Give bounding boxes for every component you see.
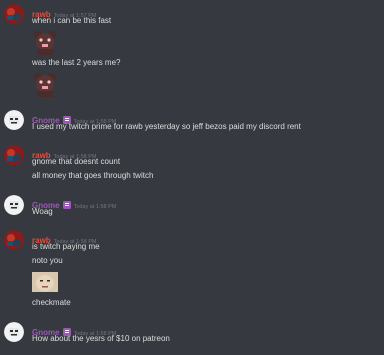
message-text: is twitch paying me — [32, 242, 100, 251]
message-header: Gnome Today at 1:58 PM — [32, 195, 117, 210]
nitro-badge-icon — [62, 201, 71, 209]
message-header: Gnome Today at 1:58 PM — [32, 322, 116, 337]
message-text: when i can be this fast — [32, 16, 112, 25]
bear-emote[interactable] — [32, 72, 58, 98]
message-text: was the last 2 years me? — [32, 58, 121, 67]
message-header: rawb Today at 1:58 PM — [32, 145, 96, 160]
avatar-gnome[interactable] — [4, 322, 24, 342]
timestamp: Today at 1:58 PM — [73, 204, 117, 210]
message-text: Woag — [32, 207, 53, 216]
avatar-rawb[interactable] — [4, 230, 24, 250]
message-text: noto you — [32, 256, 63, 265]
message-header: rawb Today at 1:58 PM — [32, 230, 96, 245]
bear-emote[interactable] — [32, 30, 58, 56]
avatar-gnome[interactable] — [4, 195, 24, 215]
message-text: gnome that doesnt count — [32, 157, 121, 166]
message-text: all money that goes through twitch — [32, 171, 154, 180]
message-header: Gnome Today at 1:58 PM — [32, 110, 116, 125]
avatar-rawb[interactable] — [4, 145, 24, 165]
message-text: checkmate — [32, 298, 71, 307]
avatar-rawb[interactable] — [4, 4, 24, 24]
message-header: rawb Today at 1:57 PM — [32, 4, 96, 19]
message-text: I used my twitch prime for rawb yesterda… — [32, 122, 301, 131]
face-image-attachment[interactable] — [32, 272, 58, 292]
message-text: How about the yesrs of $10 on patreon — [32, 334, 170, 343]
avatar-gnome[interactable] — [4, 110, 24, 130]
